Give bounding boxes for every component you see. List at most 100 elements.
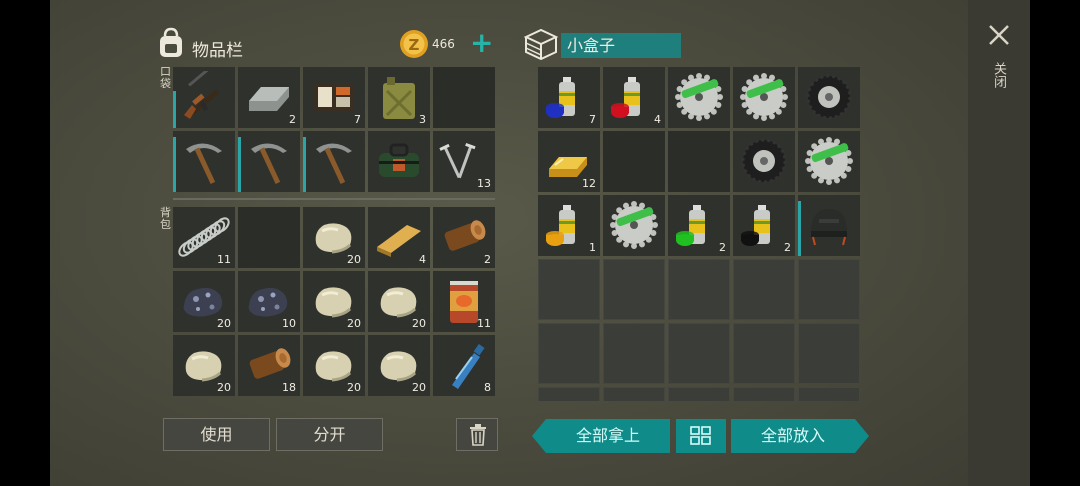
item-quantity: 20	[347, 253, 361, 266]
empty-slot[interactable]	[798, 387, 860, 401]
storage-box-icon	[523, 28, 559, 60]
item-quantity: 1	[589, 241, 596, 254]
put-all-button[interactable]: 全部放入	[731, 419, 855, 452]
empty-slot[interactable]	[433, 67, 495, 128]
empty-slot[interactable]	[538, 323, 600, 384]
item-slot-stone[interactable]: 20	[368, 335, 430, 396]
empty-slot[interactable]	[668, 131, 730, 192]
coin-amount: 466	[432, 37, 455, 51]
split-button[interactable]: 分开	[276, 418, 383, 451]
sort-button[interactable]	[676, 419, 726, 453]
use-button[interactable]: 使用	[163, 418, 270, 451]
item-quantity: 18	[282, 381, 296, 394]
item-slot-log[interactable]: 18	[238, 335, 300, 396]
take-all-button[interactable]: 全部拿上	[546, 419, 670, 452]
item-slot-saw-blade[interactable]	[798, 131, 860, 192]
item-slot-helmet[interactable]	[798, 195, 860, 256]
tire-icon	[806, 74, 852, 120]
item-slot-gold-bar[interactable]: 12	[538, 131, 600, 192]
item-slot-saw-blade[interactable]	[668, 67, 730, 128]
svg-text:Z: Z	[409, 36, 420, 54]
item-quantity: 4	[419, 253, 426, 266]
empty-slot[interactable]	[798, 259, 860, 320]
item-quantity: 4	[654, 113, 661, 126]
item-slot-metal-ingot[interactable]: 2	[238, 67, 300, 128]
trash-button[interactable]	[456, 418, 498, 451]
durability-bar	[798, 201, 801, 256]
item-quantity: 20	[347, 317, 361, 330]
close-panel: 关闭	[968, 0, 1030, 486]
item-quantity: 2	[289, 113, 296, 126]
empty-slot[interactable]	[668, 259, 730, 320]
saw-blade-icon	[740, 73, 788, 121]
pickaxe-icon	[186, 143, 222, 184]
empty-slot[interactable]	[603, 131, 665, 192]
empty-slot[interactable]	[603, 323, 665, 384]
grid-sort-icon	[690, 426, 711, 445]
spray-paint-blue-icon	[546, 77, 575, 118]
item-slot-wallet[interactable]: 7	[303, 67, 365, 128]
item-slot-stone[interactable]: 20	[303, 271, 365, 332]
empty-slot[interactable]	[733, 323, 795, 384]
item-slot-ak-rifle[interactable]	[173, 67, 235, 128]
add-coins-button[interactable]: +	[470, 28, 493, 58]
item-slot-saw-blade[interactable]	[603, 195, 665, 256]
item-quantity: 7	[589, 113, 596, 126]
item-slot-stone[interactable]: 20	[368, 271, 430, 332]
ak-rifle-icon	[184, 71, 220, 119]
item-slot-spray-paint-black[interactable]: 2	[733, 195, 795, 256]
item-slot-spray-paint-green[interactable]: 2	[668, 195, 730, 256]
container-scroll-area[interactable]: 7 4 12 1 2 2	[538, 67, 863, 401]
item-slot-tire[interactable]	[798, 67, 860, 128]
empty-slot[interactable]	[538, 387, 600, 401]
item-slot-stone[interactable]: 20	[173, 335, 235, 396]
empty-slot[interactable]	[733, 259, 795, 320]
metal-ingot-icon	[249, 87, 289, 111]
screen-edge	[1030, 0, 1080, 486]
log-icon	[444, 220, 486, 251]
item-slot-spray-paint-red[interactable]: 4	[603, 67, 665, 128]
empty-slot[interactable]	[798, 323, 860, 384]
inventory-screen: 物品栏 Z 466 + 口袋 背包 2 7 3 13 11 20 4 2 20 10 20 20 11…	[50, 0, 968, 486]
item-slot-medkit-bag[interactable]	[368, 131, 430, 192]
item-slot-jerrycan[interactable]: 3	[368, 67, 430, 128]
saw-blade-icon	[805, 137, 853, 185]
item-quantity: 20	[347, 381, 361, 394]
durability-bar	[173, 137, 176, 192]
item-quantity: 10	[282, 317, 296, 330]
item-slot-water-bottle[interactable]: 8	[433, 335, 495, 396]
item-slot-plank[interactable]: 4	[368, 207, 430, 268]
item-slot-food-can[interactable]: 11	[433, 271, 495, 332]
medkit-bag-icon	[379, 143, 419, 177]
empty-slot[interactable]	[238, 207, 300, 268]
item-quantity: 12	[582, 177, 596, 190]
item-slot-coal-ore[interactable]: 20	[173, 271, 235, 332]
item-slot-tire[interactable]	[733, 131, 795, 192]
empty-slot[interactable]	[538, 259, 600, 320]
item-slot-pickaxe[interactable]	[238, 131, 300, 192]
item-slot-log[interactable]: 2	[433, 207, 495, 268]
item-slot-pickaxe[interactable]	[303, 131, 365, 192]
item-quantity: 2	[719, 241, 726, 254]
item-slot-nails[interactable]: 13	[433, 131, 495, 192]
empty-slot[interactable]	[668, 387, 730, 401]
item-slot-saw-blade[interactable]	[733, 67, 795, 128]
item-slot-stone[interactable]: 20	[303, 207, 365, 268]
container-name-field[interactable]: 小盒子	[561, 33, 681, 58]
close-icon[interactable]	[988, 24, 1010, 46]
empty-slot[interactable]	[733, 387, 795, 401]
item-quantity: 11	[217, 253, 231, 266]
backpack-icon	[160, 27, 182, 57]
item-slot-stone[interactable]: 20	[303, 335, 365, 396]
container-grid: 7 4 12 1 2 2	[538, 67, 860, 401]
empty-slot[interactable]	[668, 323, 730, 384]
empty-slot[interactable]	[603, 387, 665, 401]
item-slot-pickaxe[interactable]	[173, 131, 235, 192]
item-slot-coal-ore[interactable]: 10	[238, 271, 300, 332]
item-slot-spray-paint-yellow[interactable]: 1	[538, 195, 600, 256]
item-slot-spray-paint-blue[interactable]: 7	[538, 67, 600, 128]
empty-slot[interactable]	[603, 259, 665, 320]
item-slot-spring[interactable]: 11	[173, 207, 235, 268]
close-label[interactable]: 关闭	[991, 62, 1006, 88]
durability-bar	[173, 91, 176, 128]
